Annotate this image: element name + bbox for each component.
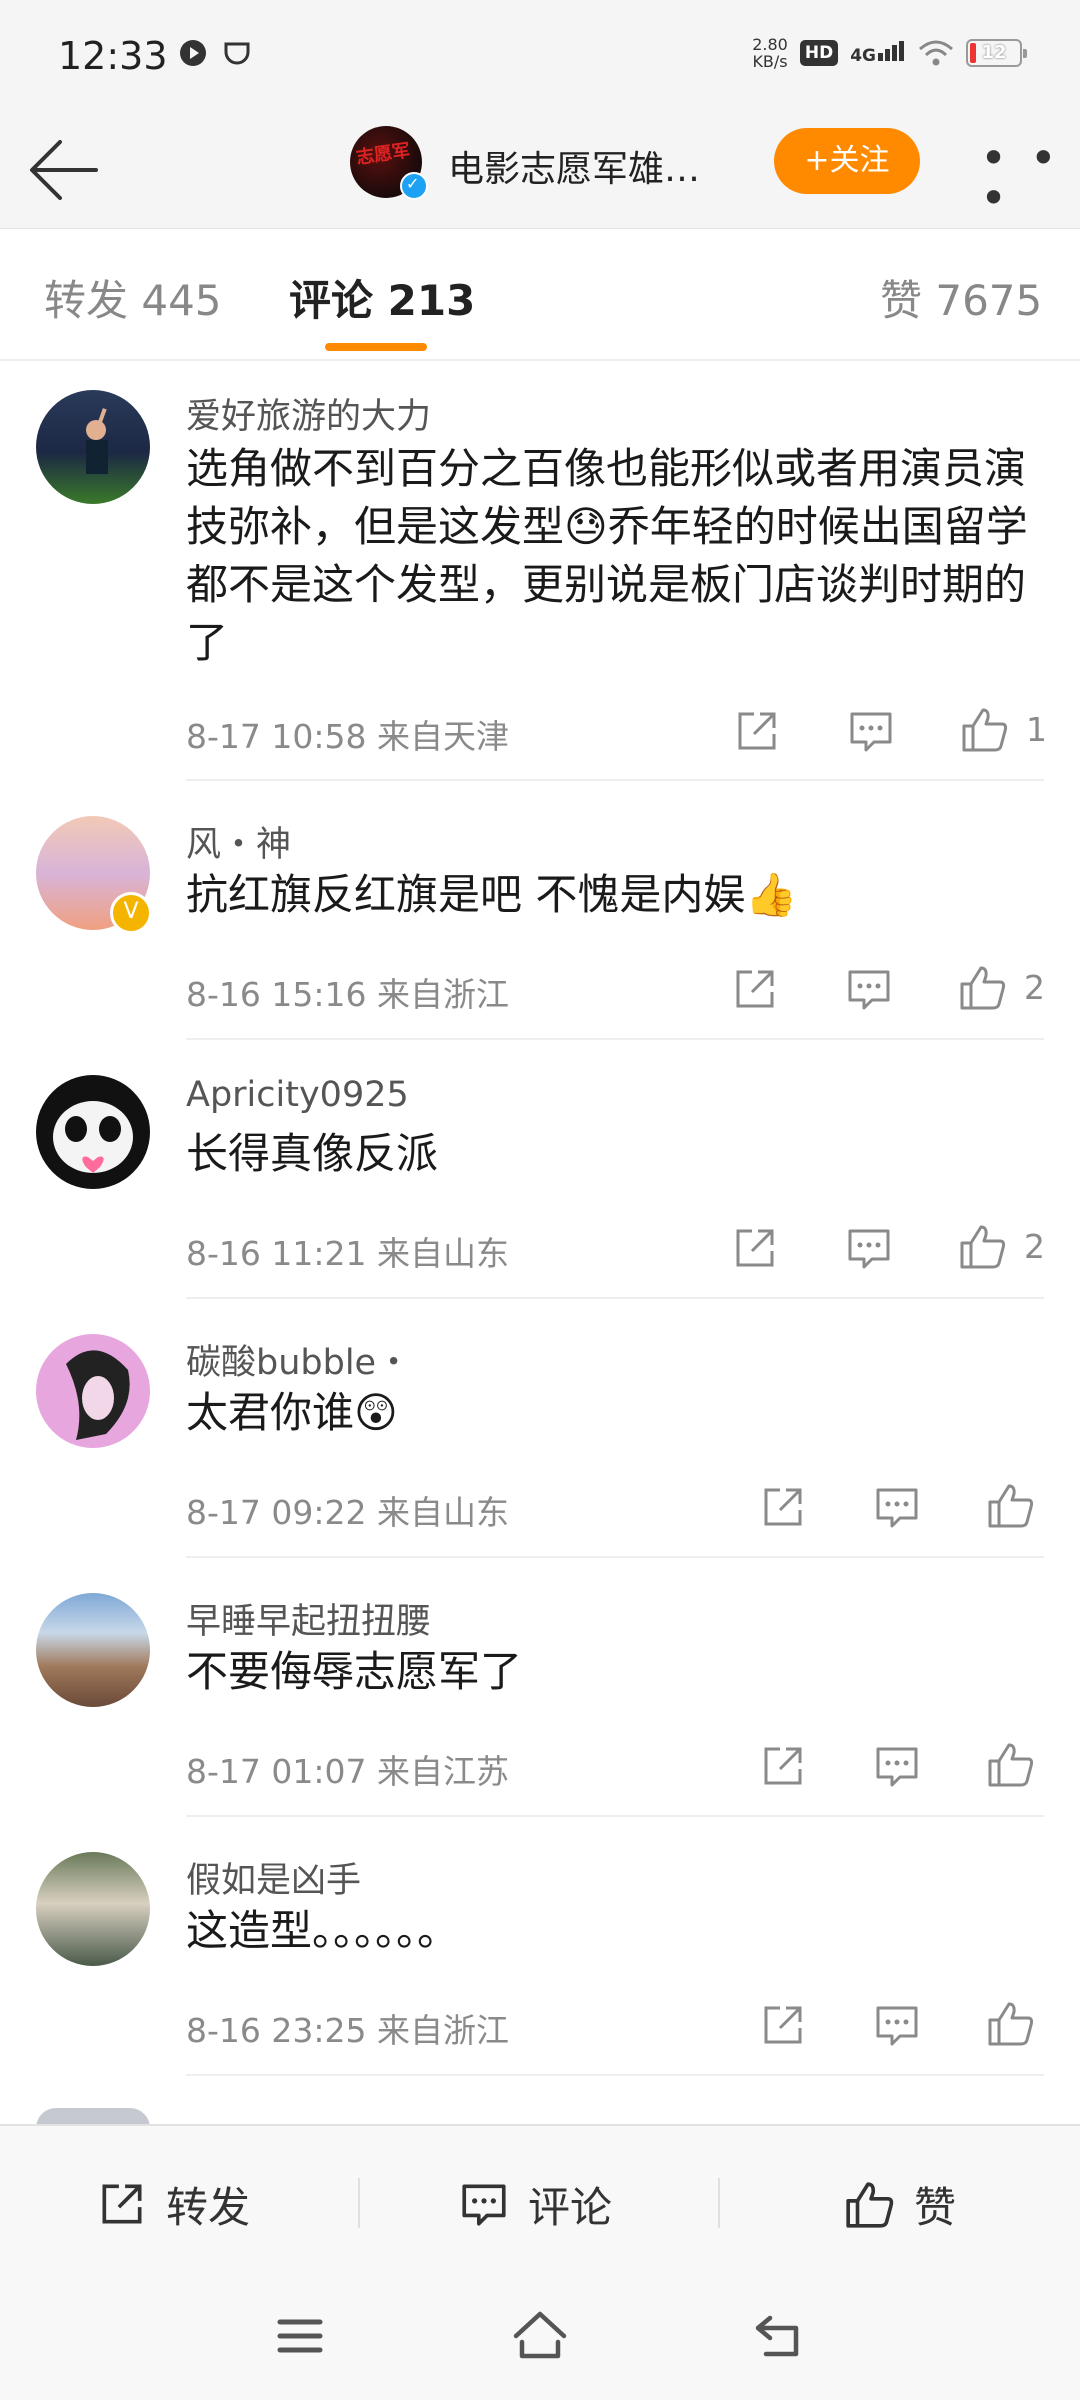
comment-meta: 8-16 11:21 来自山东 — [186, 1234, 509, 1273]
share-icon[interactable] — [732, 706, 782, 756]
comment-username[interactable]: 假如是凶手 — [186, 1852, 361, 1903]
user-avatar[interactable] — [36, 1852, 150, 1966]
like-button[interactable]: 赞 — [844, 2174, 956, 2234]
like-icon[interactable] — [986, 1480, 1036, 1530]
comment-meta: 8-17 10:58 来自天津 — [186, 717, 509, 756]
verified-icon — [400, 172, 428, 200]
divider — [718, 2178, 720, 2228]
comment-icon — [462, 2184, 506, 2226]
tab-comment[interactable]: 评论 213 — [289, 267, 475, 328]
like-count: 2 — [1024, 968, 1045, 1007]
comment-text: 抗红旗反红旗是吧 不愧是内娱👍 — [186, 870, 798, 919]
signal-icon: 4G — [850, 40, 906, 66]
network-speed: 2.80 KB/s — [752, 35, 788, 71]
thumbs-up-icon — [846, 2182, 894, 2228]
comment-reply-icon[interactable] — [872, 1741, 922, 1791]
like-icon[interactable] — [958, 1221, 1008, 1271]
repost-label: 转发 — [166, 2182, 251, 2232]
share-icon[interactable] — [758, 1482, 808, 1532]
repost-button[interactable]: 转发 — [96, 2174, 250, 2234]
cup-notification-icon — [224, 42, 250, 65]
hd-badge: HD — [799, 40, 839, 66]
vip-badge-icon: V — [110, 892, 152, 934]
user-avatar[interactable] — [36, 1593, 150, 1707]
system-nav-bar — [0, 2280, 1080, 2400]
comment-meta: 8-16 23:25 来自浙江 — [186, 2011, 509, 2050]
header-bar: 志愿军 电影志愿军雄… +关注 • • • — [0, 110, 1080, 229]
comment-button[interactable]: 评论 — [458, 2174, 612, 2234]
comment-text: 选角做不到百分之百像也能形似或者用演员演技弥补，但是这发型😓乔年轻的时候出国留学… — [186, 444, 1028, 667]
wifi-icon — [919, 40, 953, 66]
back-arrow-icon[interactable] — [26, 130, 106, 210]
follow-button[interactable]: +关注 — [774, 128, 920, 194]
like-icon[interactable] — [986, 1998, 1036, 2048]
back-icon[interactable] — [750, 2306, 810, 2366]
share-icon[interactable] — [758, 1741, 808, 1791]
divider — [186, 2074, 1044, 2076]
tab-bar: 转发 445 评论 213 赞 7675 — [0, 229, 1080, 361]
comment-meta: 8-17 09:22 来自山东 — [186, 1493, 509, 1532]
like-icon[interactable] — [960, 704, 1010, 754]
play-notification-icon — [180, 40, 206, 66]
comment-meta: 8-16 15:16 来自浙江 — [186, 975, 509, 1014]
comment-reply-icon[interactable] — [844, 964, 894, 1014]
active-tab-indicator — [325, 343, 427, 351]
comment-reply-icon[interactable] — [872, 1482, 922, 1532]
comment-text: 长得真像反派 — [186, 1129, 439, 1178]
menu-icon[interactable] — [270, 2306, 330, 2366]
comment-text: 不要侮辱志愿军了 — [186, 1647, 523, 1696]
like-count: 2 — [1024, 1227, 1045, 1266]
home-icon[interactable] — [510, 2306, 570, 2366]
divider — [186, 1038, 1044, 1040]
comment-reply-icon[interactable] — [846, 706, 896, 756]
user-avatar[interactable] — [36, 1075, 150, 1189]
divider — [186, 779, 1044, 781]
tab-like[interactable]: 赞 7675 — [880, 267, 1042, 328]
comment-username[interactable]: 早睡早起扭扭腰 — [186, 1593, 431, 1644]
battery-icon: 12 — [966, 39, 1027, 67]
comment-meta: 8-17 01:07 来自江苏 — [186, 1752, 509, 1791]
divider — [186, 1815, 1044, 1817]
more-options-icon[interactable]: • • • — [980, 135, 1080, 221]
repost-icon — [102, 2184, 142, 2224]
like-label: 赞 — [914, 2182, 957, 2232]
like-count: 1 — [1026, 710, 1047, 749]
share-icon[interactable] — [730, 964, 780, 1014]
like-icon[interactable] — [986, 1739, 1036, 1789]
comment-username[interactable]: Apricity0925 — [186, 1075, 409, 1115]
like-icon[interactable] — [958, 962, 1008, 1012]
comment-text: 这造型。。。。。。 — [186, 1906, 460, 1955]
tab-repost[interactable]: 转发 445 — [44, 267, 222, 328]
share-icon[interactable] — [730, 1223, 780, 1273]
comment-username[interactable]: 爱好旅游的大力 — [186, 388, 431, 439]
divider — [358, 2178, 360, 2228]
comment-username[interactable]: 碳酸bubble・ — [186, 1334, 411, 1385]
comment-username[interactable]: 风・神 — [186, 816, 291, 867]
comment-label: 评论 — [528, 2182, 613, 2232]
account-name[interactable]: 电影志愿军雄… — [448, 140, 700, 192]
bottom-action-bar: 转发 评论 赞 — [0, 2124, 1080, 2282]
share-icon[interactable] — [758, 2000, 808, 2050]
comment-text: 太君你谁😲 — [186, 1388, 398, 1437]
user-avatar[interactable] — [36, 1334, 150, 1448]
divider — [186, 1556, 1044, 1558]
status-time: 12:33 — [58, 34, 168, 78]
comment-reply-icon[interactable] — [844, 1223, 894, 1273]
user-avatar[interactable] — [36, 390, 150, 504]
comment-reply-icon[interactable] — [872, 2000, 922, 2050]
status-indicators: 2.80 KB/s HD 4G 12 — [752, 35, 1027, 71]
divider — [186, 1297, 1044, 1299]
status-bar: 12:33 2.80 KB/s HD 4G 12 — [0, 0, 1080, 110]
